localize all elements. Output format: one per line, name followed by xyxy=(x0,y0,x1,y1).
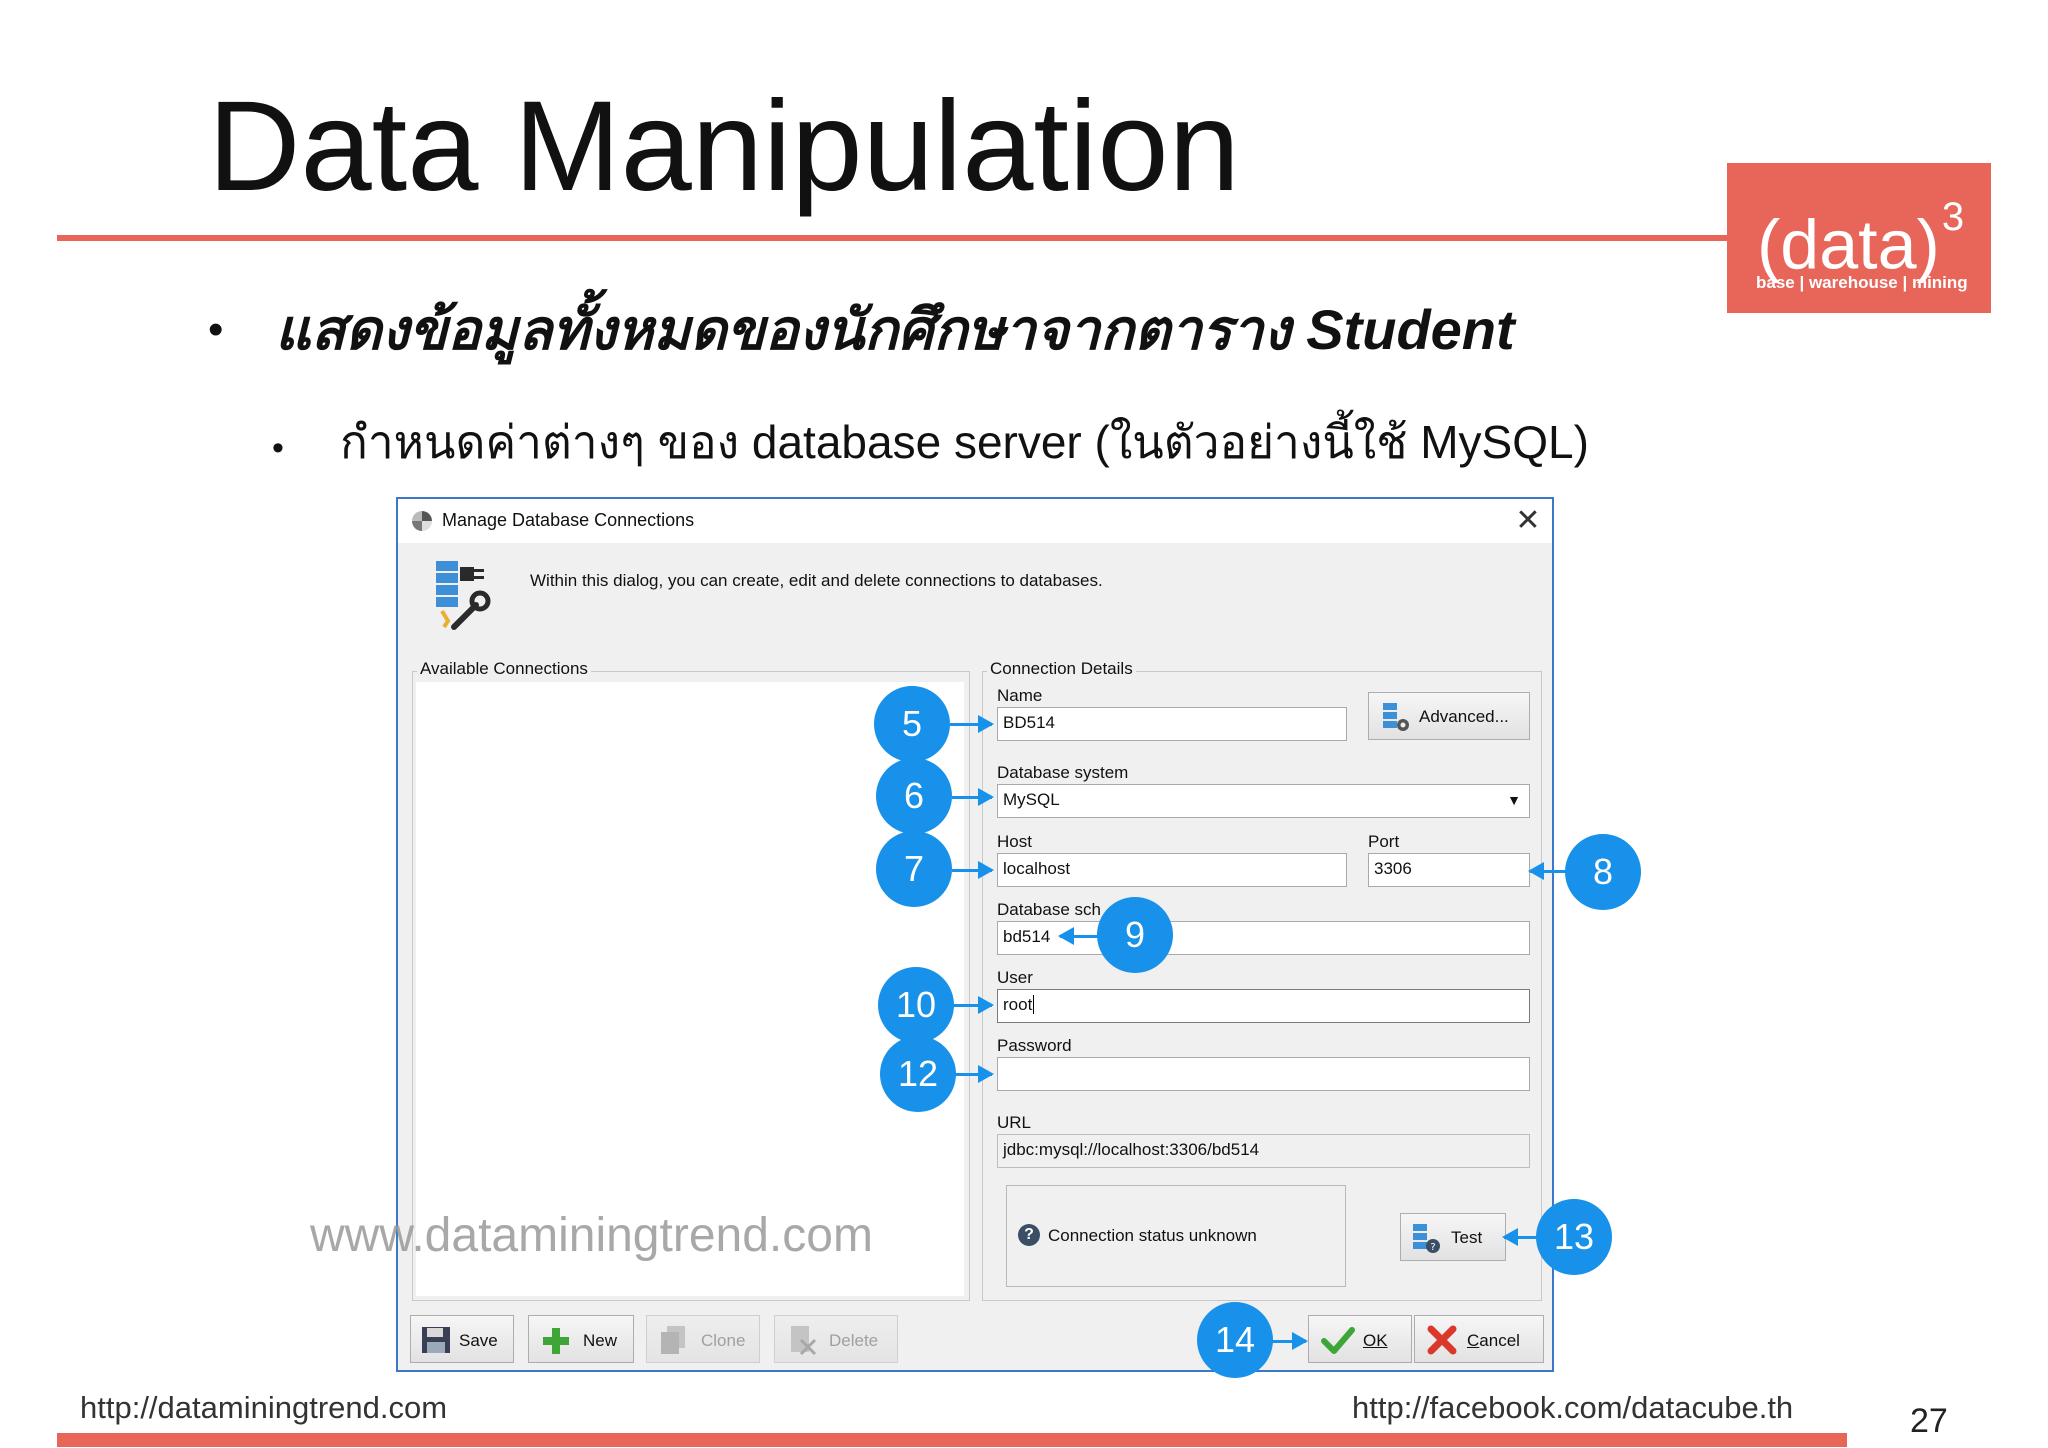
delete-icon xyxy=(791,1326,817,1356)
test-button[interactable]: ? Test xyxy=(1400,1213,1506,1261)
database-connection-icon xyxy=(436,561,491,630)
user-field[interactable]: root xyxy=(997,989,1530,1023)
floppy-disk-icon xyxy=(422,1327,450,1353)
database-test-icon: ? xyxy=(1413,1224,1440,1253)
plus-icon xyxy=(543,1328,569,1354)
callout-arrow-7 xyxy=(952,861,994,879)
database-system-select[interactable]: MySQL ▼ xyxy=(997,784,1530,818)
callout-9: 9 xyxy=(1097,897,1173,973)
checkmark-icon xyxy=(1321,1327,1355,1354)
callout-arrow-10 xyxy=(952,996,994,1014)
user-value: root xyxy=(1003,995,1033,1014)
database-system-value: MySQL xyxy=(1003,790,1060,809)
text-cursor xyxy=(1033,995,1040,1014)
callout-arrow-14 xyxy=(1272,1332,1308,1350)
new-label: New xyxy=(583,1331,618,1350)
dialog-title: Manage Database Connections xyxy=(442,510,695,530)
dialog-description: Within this dialog, you can create, edit… xyxy=(530,571,1103,590)
cancel-label: Cancel xyxy=(1467,1331,1520,1350)
available-connections-label: Available Connections xyxy=(417,659,591,679)
app-icon xyxy=(412,511,432,531)
port-label: Port xyxy=(1368,832,1400,851)
save-button[interactable]: Save xyxy=(410,1315,514,1363)
url-field: jdbc:mysql://localhost:3306/bd514 xyxy=(997,1134,1530,1168)
port-field[interactable]: 3306 xyxy=(1368,853,1530,887)
footer-facebook-link[interactable]: http://facebook.com/datacube.th xyxy=(1352,1390,1793,1426)
callout-arrow-5 xyxy=(950,715,994,733)
url-label: URL xyxy=(997,1113,1032,1132)
footer-divider xyxy=(57,1433,1847,1447)
save-label: Save xyxy=(459,1331,498,1350)
close-icon[interactable]: ✕ xyxy=(1510,503,1546,539)
chevron-down-icon[interactable]: ▼ xyxy=(1507,785,1521,815)
bullet-main: แสดงข้อมูลทั้งหมดของนักศึกษาจากตาราง Stu… xyxy=(275,298,1515,361)
callout-7: 7 xyxy=(876,831,952,907)
delete-label: Delete xyxy=(829,1331,879,1350)
callout-8: 8 xyxy=(1565,834,1641,910)
name-field[interactable]: BD514 xyxy=(997,707,1347,741)
question-icon: ? xyxy=(1018,1224,1040,1246)
callout-6: 6 xyxy=(876,758,952,834)
footer-website-link[interactable]: http://dataminingtrend.com xyxy=(80,1390,447,1426)
callout-arrow-6 xyxy=(952,788,994,806)
test-label: Test xyxy=(1451,1228,1483,1247)
clone-button[interactable]: Clone xyxy=(646,1315,760,1363)
connection-status-text: Connection status unknown xyxy=(1048,1226,1257,1245)
title-divider xyxy=(57,235,1727,241)
database-schema-label: Database sch xyxy=(997,900,1101,919)
ok-label: OK xyxy=(1363,1331,1388,1350)
advanced-button[interactable]: Advanced... xyxy=(1368,692,1530,740)
callout-10: 10 xyxy=(878,967,954,1043)
watermark: www.dataminingtrend.com xyxy=(310,1209,873,1262)
delete-button[interactable]: Delete xyxy=(774,1315,898,1363)
dialog-titlebar[interactable]: Manage Database Connections ✕ xyxy=(398,499,1552,543)
callout-14: 14 xyxy=(1197,1302,1273,1378)
bullet-dot: • xyxy=(208,305,224,354)
logo-subtitle: base | warehouse | mining xyxy=(1756,273,1968,292)
clone-icon xyxy=(661,1326,685,1354)
advanced-label: Advanced... xyxy=(1419,707,1509,726)
clone-label: Clone xyxy=(701,1331,746,1350)
host-field[interactable]: localhost xyxy=(997,853,1347,887)
data3-logo: (data)3 base | warehouse | mining xyxy=(1727,163,1991,313)
host-label: Host xyxy=(997,832,1032,851)
new-button[interactable]: New xyxy=(528,1315,634,1363)
database-settings-icon xyxy=(1383,703,1409,731)
callout-13: 13 xyxy=(1536,1199,1612,1275)
logo-main-text: (data)3 xyxy=(1757,195,1965,284)
callout-arrow-9 xyxy=(1058,927,1100,945)
password-label: Password xyxy=(997,1036,1072,1055)
page-number: 27 xyxy=(1910,1402,1948,1440)
svg-text:?: ? xyxy=(1430,1242,1435,1253)
callout-12: 12 xyxy=(880,1036,956,1112)
ok-button[interactable]: OK xyxy=(1308,1315,1412,1363)
name-label: Name xyxy=(997,686,1043,705)
callout-5: 5 xyxy=(874,686,950,762)
database-schema-field[interactable]: bd514 xyxy=(997,921,1530,955)
cancel-button[interactable]: Cancel xyxy=(1414,1315,1544,1363)
cancel-x-icon xyxy=(1427,1325,1457,1355)
connection-details-label: Connection Details xyxy=(987,659,1136,679)
bullet-sub: กำหนดค่าต่างๆ ของ database server (ในตัว… xyxy=(340,416,1589,468)
password-field[interactable] xyxy=(997,1057,1530,1091)
bullet-dot: • xyxy=(272,429,284,467)
slide-title: Data Manipulation xyxy=(208,75,1240,218)
database-system-label: Database system xyxy=(997,763,1129,782)
callout-arrow-12 xyxy=(954,1065,994,1083)
user-label: User xyxy=(997,968,1033,987)
